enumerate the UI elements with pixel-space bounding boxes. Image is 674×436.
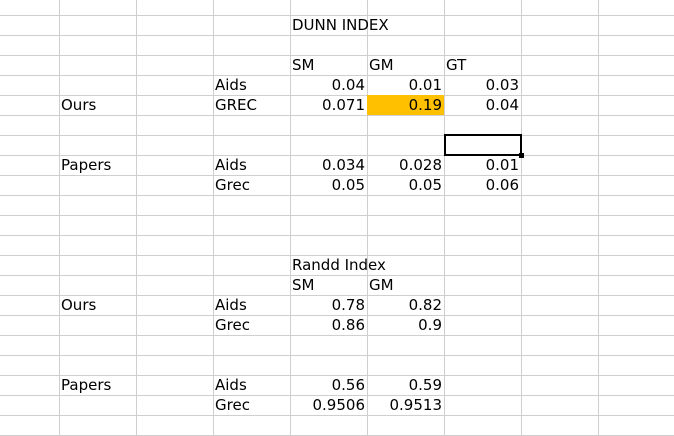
rand-ours-aids-gm-cell[interactable]: 0.82 — [367, 295, 444, 315]
dunn-ours-aids-gm-cell[interactable]: 0.01 — [367, 75, 444, 95]
row-divider — [0, 35, 674, 36]
dunn-header-gt-cell[interactable]: GT — [444, 55, 521, 75]
rand-papers-aids-sm-cell[interactable]: 0.56 — [290, 375, 367, 395]
rand-title-cell[interactable]: Randd Index — [290, 255, 450, 275]
dunn-ours-aids-sm-cell[interactable]: 0.04 — [290, 75, 367, 95]
column-divider — [213, 0, 214, 436]
dunn-ours-aids-name-cell[interactable]: Aids — [213, 75, 290, 95]
dunn-title-cell[interactable]: DUNN INDEX — [290, 15, 450, 35]
dunn-papers-aids-name-cell[interactable]: Aids — [213, 155, 290, 175]
row-divider — [0, 195, 674, 196]
rand-ours-grec-gm-cell[interactable]: 0.9 — [367, 315, 444, 335]
row-divider — [0, 355, 674, 356]
rand-ours-aids-sm-cell[interactable]: 0.78 — [290, 295, 367, 315]
dunn-ours-label-cell[interactable]: Ours — [59, 95, 136, 115]
dunn-papers-grec-gm-cell[interactable]: 0.05 — [367, 175, 444, 195]
dunn-papers-grec-name-cell[interactable]: Grec — [213, 175, 290, 195]
row-divider — [0, 335, 674, 336]
dunn-ours-grec-name-cell[interactable]: GREC — [213, 95, 290, 115]
column-divider — [136, 0, 137, 436]
rand-papers-aids-name-cell[interactable]: Aids — [213, 375, 290, 395]
dunn-ours-grec-sm-cell[interactable]: 0.071 — [290, 95, 367, 115]
rand-papers-grec-sm-cell[interactable]: 0.9506 — [290, 395, 367, 415]
dunn-papers-grec-gt-cell[interactable]: 0.06 — [444, 175, 521, 195]
row-divider — [0, 235, 674, 236]
column-divider — [59, 0, 60, 436]
row-divider — [0, 415, 674, 416]
dunn-papers-grec-sm-cell[interactable]: 0.05 — [290, 175, 367, 195]
column-divider — [521, 0, 522, 436]
rand-header-gm-cell[interactable]: GM — [367, 275, 444, 295]
spreadsheet-grid[interactable]: DUNN INDEX SM GM GT Aids 0.04 0.01 0.03 … — [0, 0, 674, 436]
rand-ours-grec-sm-cell[interactable]: 0.86 — [290, 315, 367, 335]
rand-papers-grec-gm-cell[interactable]: 0.9513 — [367, 395, 444, 415]
column-divider — [598, 0, 599, 436]
dunn-papers-aids-gm-cell[interactable]: 0.028 — [367, 155, 444, 175]
rand-ours-label-cell[interactable]: Ours — [59, 295, 136, 315]
rand-header-sm-cell[interactable]: SM — [290, 275, 367, 295]
dunn-ours-aids-gt-cell[interactable]: 0.03 — [444, 75, 521, 95]
dunn-ours-grec-gt-cell[interactable]: 0.04 — [444, 95, 521, 115]
active-cell-cursor[interactable] — [444, 134, 524, 158]
dunn-papers-aids-sm-cell[interactable]: 0.034 — [290, 155, 367, 175]
dunn-header-gm-cell[interactable]: GM — [367, 55, 444, 75]
rand-papers-label-cell[interactable]: Papers — [59, 375, 136, 395]
dunn-papers-aids-gt-cell[interactable]: 0.01 — [444, 155, 521, 175]
dunn-ours-grec-gm-cell-highlighted[interactable]: 0.19 — [367, 95, 444, 115]
rand-papers-aids-gm-cell[interactable]: 0.59 — [367, 375, 444, 395]
row-divider — [0, 115, 674, 116]
rand-papers-grec-name-cell[interactable]: Grec — [213, 395, 290, 415]
dunn-header-sm-cell[interactable]: SM — [290, 55, 367, 75]
fill-handle[interactable] — [519, 153, 524, 158]
row-divider — [0, 215, 674, 216]
rand-ours-grec-name-cell[interactable]: Grec — [213, 315, 290, 335]
rand-ours-aids-name-cell[interactable]: Aids — [213, 295, 290, 315]
dunn-papers-label-cell[interactable]: Papers — [59, 155, 136, 175]
row-divider — [0, 135, 674, 136]
